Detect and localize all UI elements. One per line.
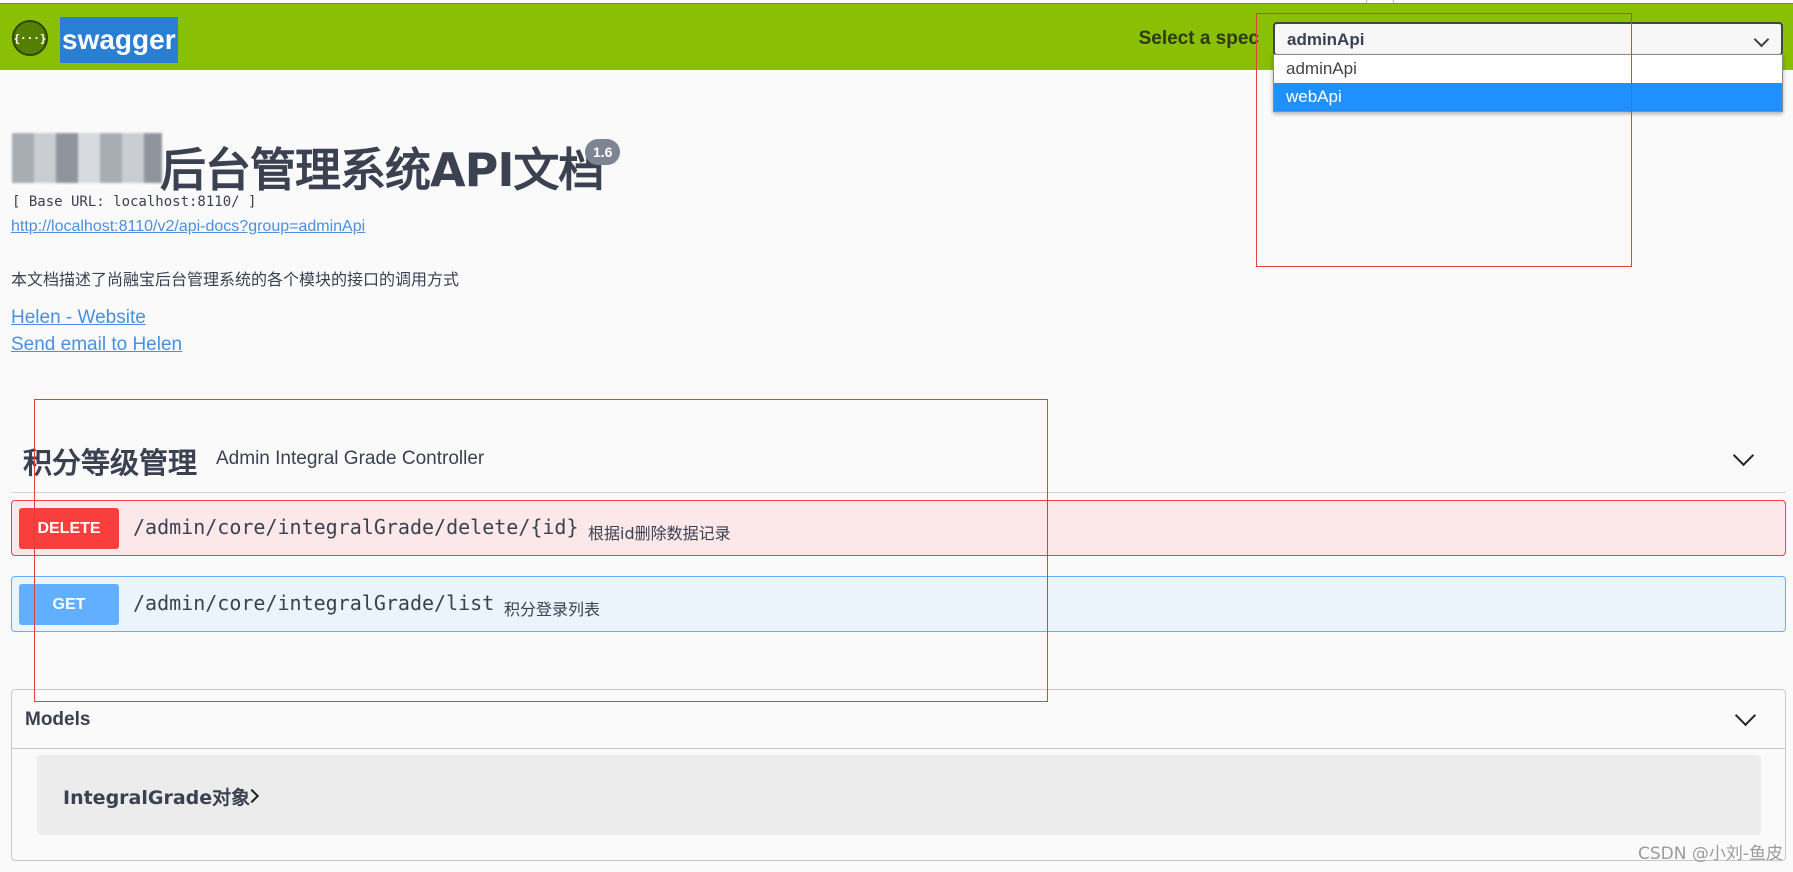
select-spec-label: Select a spec: [1138, 28, 1259, 49]
base-url: [ Base URL: localhost:8110/ ]: [12, 194, 257, 210]
chevron-down-icon: [1753, 31, 1770, 48]
version-badge: 1.6: [585, 139, 621, 165]
model-name: IntegralGrade对象: [63, 787, 251, 809]
watermark: CSDN @小刘-鱼皮: [1637, 844, 1783, 864]
swagger-logo-text[interactable]: swagger: [60, 17, 178, 63]
swagger-logo-icon: {···}: [12, 20, 48, 56]
api-description: 本文档描述了尚融宝后台管理系统的各个模块的接口的调用方式: [11, 270, 460, 289]
blurred-title-prefix: [12, 133, 162, 183]
chevron-down-icon[interactable]: [1732, 444, 1755, 467]
annotation-box-operations: [34, 399, 1048, 702]
model-item[interactable]: IntegralGrade对象: [37, 755, 1761, 835]
api-docs-link[interactable]: http://localhost:8110/v2/api-docs?group=…: [11, 218, 365, 236]
chevron-down-icon[interactable]: [1734, 704, 1757, 727]
models-section: Models IntegralGrade对象: [11, 689, 1786, 861]
page-title: 后台管理系统API文档: [160, 143, 604, 197]
models-title: Models: [25, 709, 91, 730]
contact-website-link[interactable]: Helen - Website: [11, 307, 146, 329]
contact-email-link[interactable]: Send email to Helen: [11, 334, 182, 356]
annotation-box-spec: [1256, 13, 1632, 267]
